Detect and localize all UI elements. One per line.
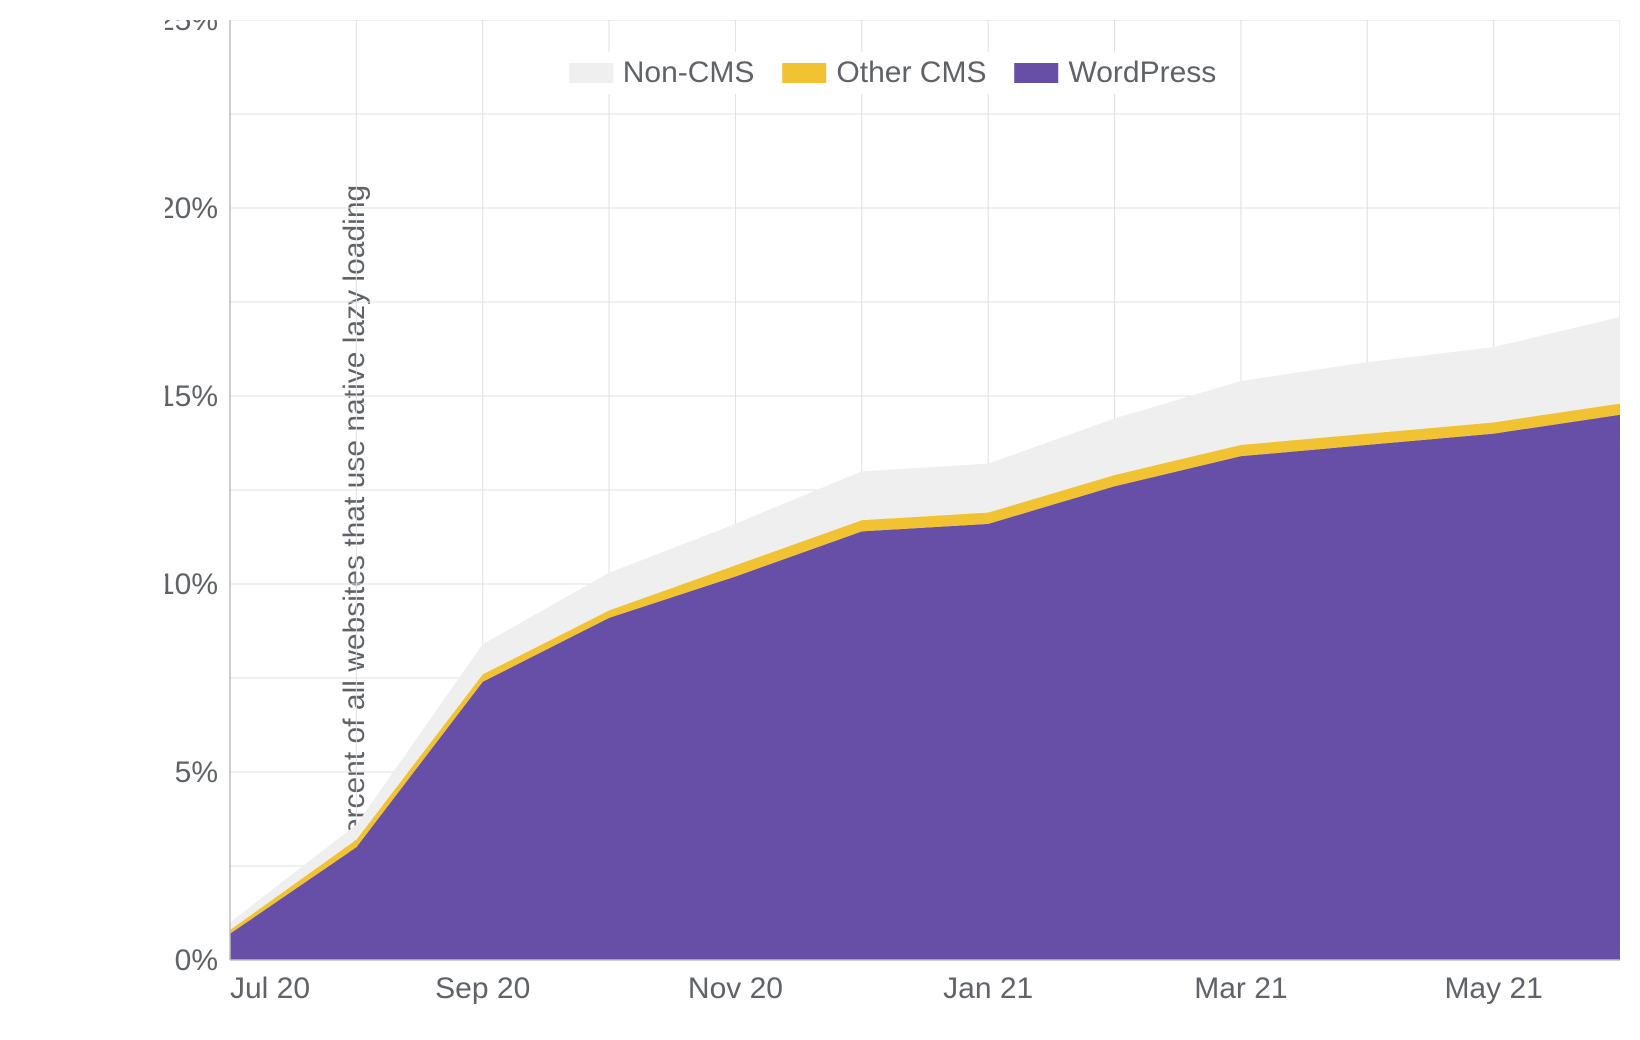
chart-container: Percent of all websites that use native … <box>0 0 1640 1040</box>
legend-item-non-cms: Non-CMS <box>569 56 755 90</box>
legend-swatch-wordpress <box>1014 63 1058 83</box>
chart-svg: 0% 5% 10% 15% 20% 25% Jul 20 Sep 20 Nov 20 Jan 21… <box>165 20 1620 1010</box>
svg-text:20%: 20% <box>165 192 218 225</box>
legend: Non-CMS Other CMS WordPress <box>561 52 1225 94</box>
svg-text:10%: 10% <box>165 568 218 601</box>
svg-text:Nov 20: Nov 20 <box>688 972 783 1005</box>
legend-label: Other CMS <box>836 56 986 90</box>
legend-label: Non-CMS <box>623 56 755 90</box>
svg-text:5%: 5% <box>175 756 218 789</box>
legend-swatch-other-cms <box>782 63 826 83</box>
svg-text:15%: 15% <box>165 380 218 413</box>
svg-text:May 21: May 21 <box>1444 972 1542 1005</box>
svg-text:25%: 25% <box>165 20 218 37</box>
legend-swatch-non-cms <box>569 63 613 83</box>
svg-text:Jul 20: Jul 20 <box>230 972 310 1005</box>
svg-text:Mar 21: Mar 21 <box>1194 972 1287 1005</box>
svg-text:Sep 20: Sep 20 <box>435 972 530 1005</box>
plot-area: 0%5%10%15%20%25%Jul 20Sep 20Nov 20Jan 21… <box>165 20 1620 960</box>
legend-label: WordPress <box>1068 56 1216 90</box>
legend-item-wordpress: WordPress <box>1014 56 1216 90</box>
legend-item-other-cms: Other CMS <box>782 56 986 90</box>
svg-text:0%: 0% <box>175 944 218 977</box>
svg-text:Jan 21: Jan 21 <box>943 972 1033 1005</box>
